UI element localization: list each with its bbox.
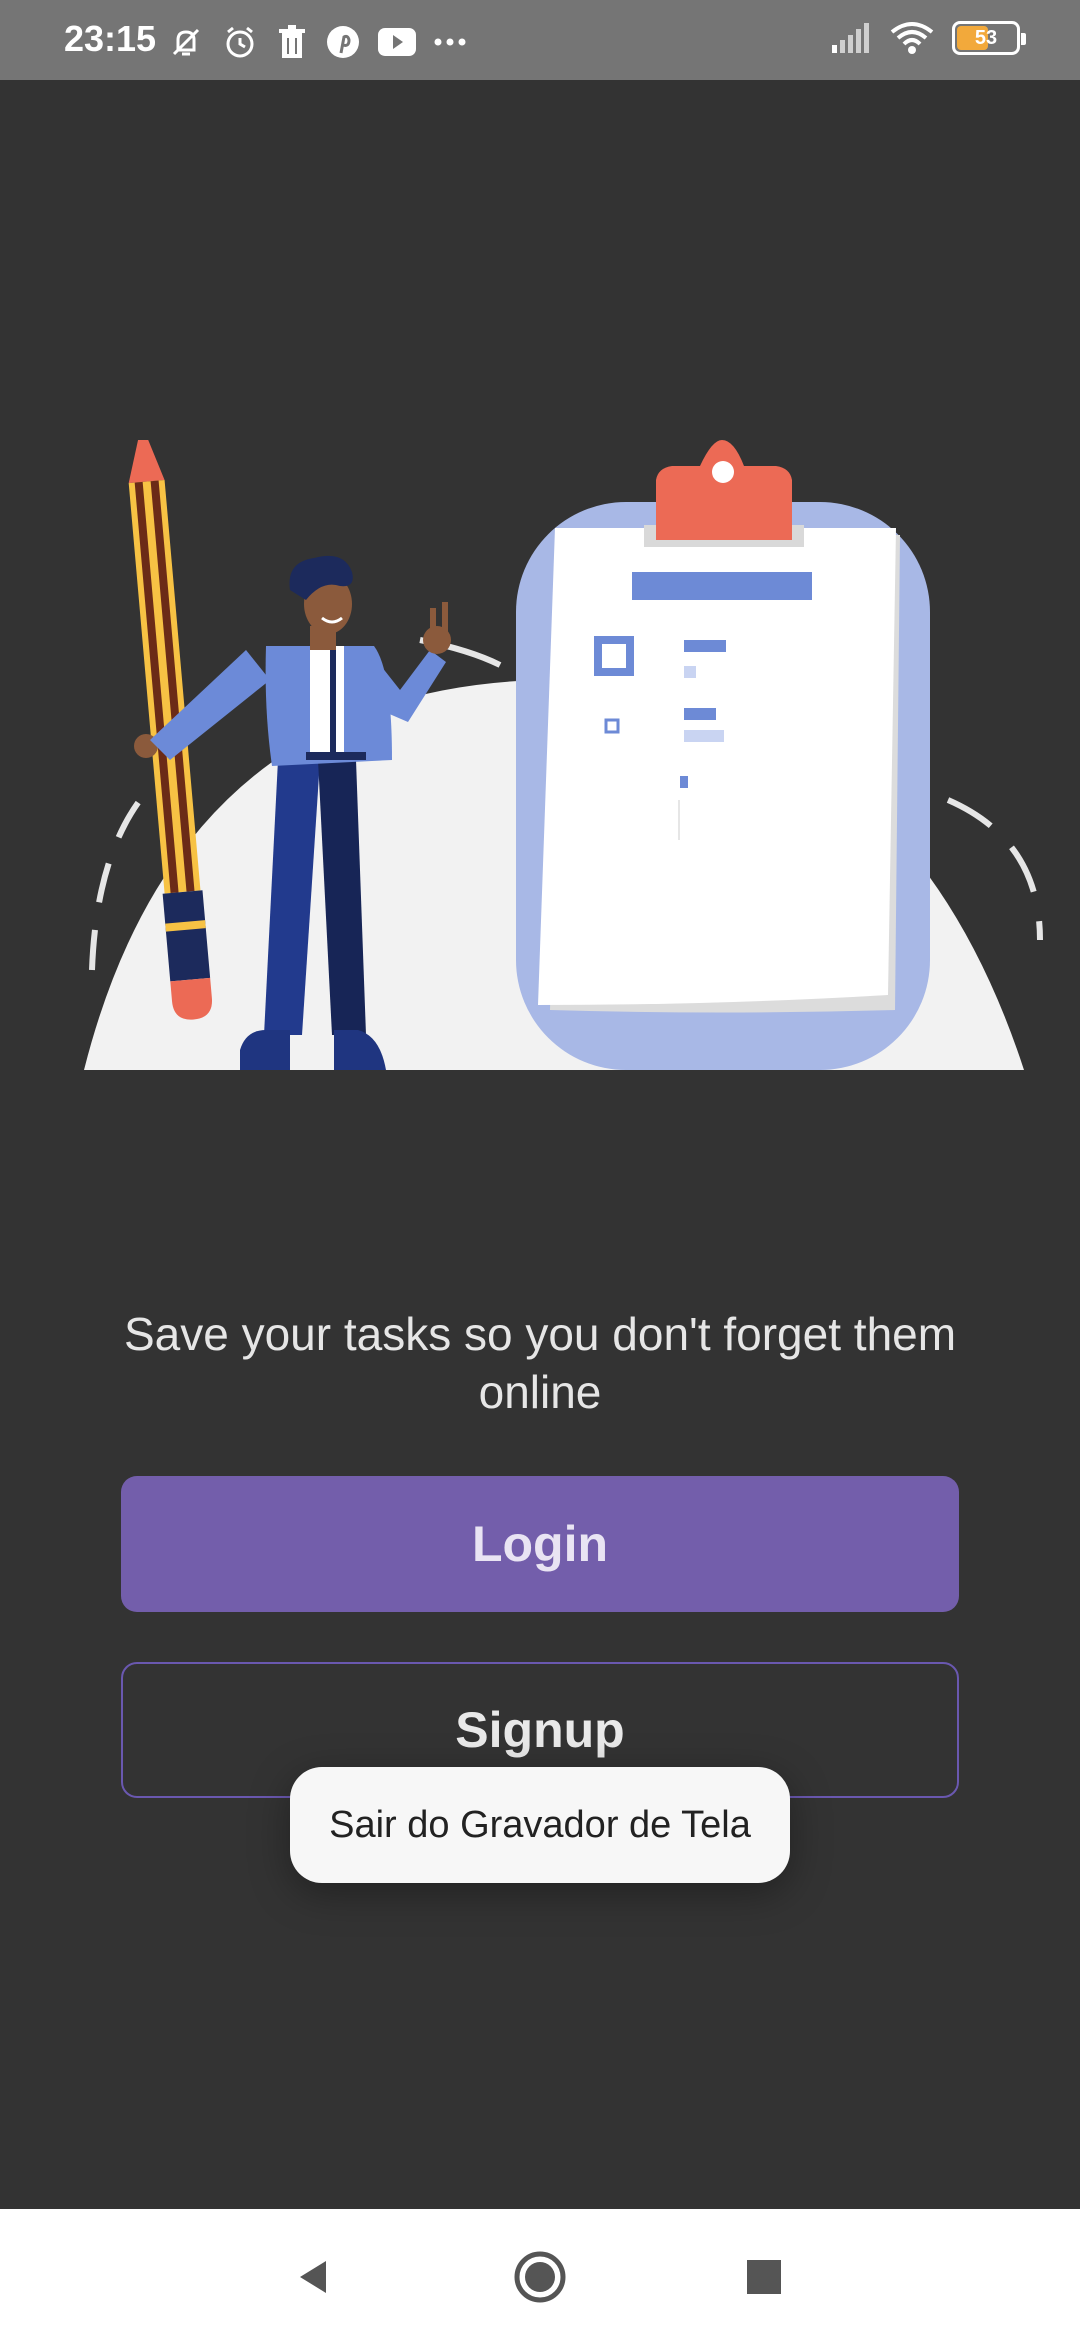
line-1 bbox=[684, 640, 726, 652]
signal-icon bbox=[832, 23, 869, 53]
home-button[interactable] bbox=[510, 2247, 570, 2307]
hero-illustration bbox=[84, 440, 1043, 1070]
battery-tip bbox=[1021, 33, 1026, 45]
line-5 bbox=[680, 776, 688, 788]
line-3 bbox=[684, 708, 716, 720]
back-button[interactable] bbox=[284, 2247, 344, 2307]
login-button[interactable]: Login bbox=[121, 1476, 959, 1612]
toast-message: Sair do Gravador de Tela bbox=[290, 1767, 790, 1883]
person-finger-2 bbox=[442, 602, 448, 632]
line-4 bbox=[684, 730, 724, 742]
line-2 bbox=[684, 666, 696, 678]
more-dots-icon bbox=[434, 38, 466, 46]
back-icon bbox=[300, 2261, 326, 2293]
system-icons: 53 bbox=[830, 20, 1026, 56]
pencil-band bbox=[162, 890, 211, 982]
paper-title-bar bbox=[632, 572, 812, 600]
pinterest-icon bbox=[327, 26, 359, 58]
person-belt bbox=[306, 752, 366, 760]
youtube-icon bbox=[378, 28, 416, 56]
home-icon bbox=[514, 2251, 566, 2303]
status-bar: 23:15 53 bbox=[0, 0, 1080, 80]
battery-indicator: 53 bbox=[952, 21, 1026, 55]
notification-icons bbox=[166, 22, 468, 62]
recents-icon bbox=[747, 2260, 781, 2294]
mute-icon bbox=[172, 28, 200, 56]
tagline-text: Save your tasks so you don't forget them… bbox=[123, 1308, 957, 1418]
person-finger-1 bbox=[430, 608, 436, 632]
clipboard-clip bbox=[656, 440, 792, 540]
status-time: 23:15 bbox=[64, 18, 157, 59]
alarm-icon bbox=[226, 26, 254, 58]
navigation-bar bbox=[0, 2209, 1080, 2340]
dashed-arc-right bbox=[946, 797, 1043, 941]
battery-percent: 53 bbox=[974, 26, 998, 49]
pencil-tip bbox=[128, 440, 165, 484]
line-6 bbox=[678, 800, 680, 840]
recents-button[interactable] bbox=[734, 2247, 794, 2307]
person-shirt bbox=[310, 646, 344, 758]
pencil-body bbox=[128, 479, 201, 894]
wifi-icon bbox=[890, 22, 934, 54]
clipboard-icon bbox=[279, 25, 305, 58]
person-tie bbox=[330, 646, 336, 752]
clipboard-clip-hole bbox=[712, 461, 734, 483]
